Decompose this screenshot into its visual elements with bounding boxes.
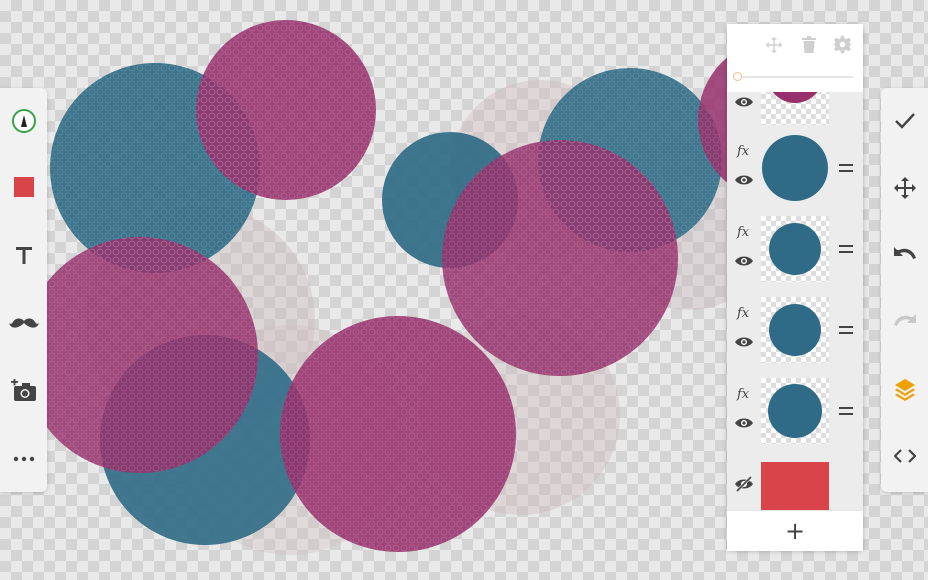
fx-label[interactable]: fx xyxy=(737,306,749,321)
add-layer-button[interactable]: + xyxy=(727,510,863,551)
undo-button[interactable] xyxy=(881,232,928,278)
move-arrows-icon xyxy=(893,177,916,199)
eye-icon[interactable] xyxy=(734,336,754,348)
layers-panel-header xyxy=(727,24,863,92)
drag-handle-icon[interactable] xyxy=(839,245,853,253)
undo-icon xyxy=(893,247,916,259)
pen-circle-icon xyxy=(11,109,36,133)
slider-knob[interactable] xyxy=(733,72,742,81)
move-arrows-icon[interactable] xyxy=(765,36,783,54)
layers-list: fx fx fx fx xyxy=(727,92,863,510)
layer-thumbnail xyxy=(761,297,829,363)
confirm-button[interactable] xyxy=(881,98,928,144)
drag-handle-icon[interactable] xyxy=(839,326,853,334)
gear-icon[interactable] xyxy=(833,35,852,54)
redo-icon xyxy=(893,314,916,326)
eye-icon[interactable] xyxy=(734,417,754,429)
layer-thumbnail xyxy=(761,135,829,201)
text-tool-button[interactable] xyxy=(0,232,47,278)
layer-row[interactable]: fx xyxy=(727,132,863,212)
eye-icon[interactable] xyxy=(734,174,754,186)
eye-icon[interactable] xyxy=(734,96,754,108)
layers-panel: fx fx fx fx + xyxy=(727,24,863,551)
layer-row[interactable]: fx xyxy=(727,213,863,293)
right-toolbar xyxy=(881,88,928,492)
drag-handle-icon[interactable] xyxy=(839,407,853,415)
text-T-icon xyxy=(15,247,32,264)
mustache-icon xyxy=(8,318,39,328)
layers-icon xyxy=(894,379,915,401)
trash-icon[interactable] xyxy=(801,35,817,54)
checkmark-icon xyxy=(894,113,915,129)
layer-row[interactable] xyxy=(727,92,863,136)
layers-button[interactable] xyxy=(881,366,928,412)
code-brackets-icon xyxy=(893,449,916,463)
fx-label[interactable]: fx xyxy=(737,387,749,402)
more-dots-icon xyxy=(13,456,34,462)
pen-tool-button[interactable] xyxy=(0,98,47,144)
add-layer-label: + xyxy=(784,517,806,545)
fx-label[interactable]: fx xyxy=(737,225,749,240)
move-button[interactable] xyxy=(881,165,928,211)
eye-hidden-icon[interactable] xyxy=(734,476,754,492)
left-toolbar xyxy=(0,88,47,492)
add-photo-button[interactable] xyxy=(0,368,47,414)
more-tools-button[interactable] xyxy=(0,436,47,482)
layer-thumbnail xyxy=(761,216,829,282)
layer-thumbnail xyxy=(761,378,829,444)
red-square-icon xyxy=(13,177,34,197)
fx-label[interactable]: fx xyxy=(737,144,749,159)
layer-thumbnail xyxy=(761,92,829,125)
redo-button[interactable] xyxy=(881,299,928,345)
layer-row[interactable]: fx xyxy=(727,294,863,374)
opacity-slider[interactable] xyxy=(733,72,853,81)
layer-thumbnail xyxy=(761,462,829,510)
camera-plus-icon xyxy=(10,379,36,401)
mustache-tool-button[interactable] xyxy=(0,300,47,346)
drag-handle-icon[interactable] xyxy=(839,164,853,172)
code-button[interactable] xyxy=(881,433,928,479)
eye-icon[interactable] xyxy=(734,255,754,267)
color-swatch-button[interactable] xyxy=(0,164,47,210)
layer-row[interactable] xyxy=(727,454,863,510)
layer-row[interactable]: fx xyxy=(727,375,863,455)
